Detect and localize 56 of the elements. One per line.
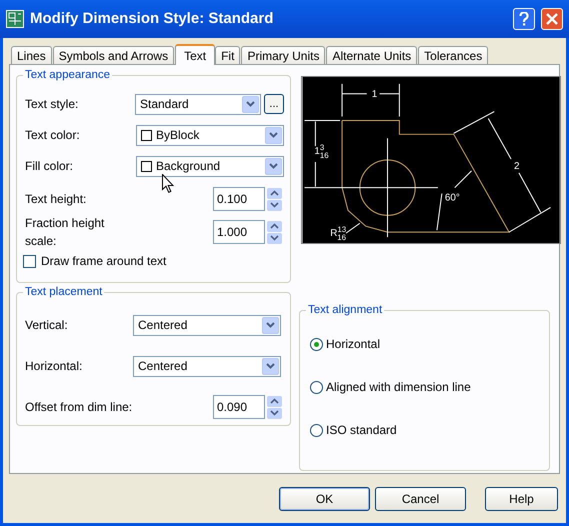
spin-up-button[interactable] bbox=[267, 220, 282, 232]
app-icon bbox=[6, 10, 24, 28]
tab[interactable]: Alternate Units bbox=[326, 46, 418, 64]
radio-button[interactable] bbox=[310, 338, 323, 350]
close-button[interactable] bbox=[541, 8, 563, 30]
dimension-label: 1 bbox=[372, 88, 378, 100]
field-label: Text height: bbox=[25, 191, 88, 208]
field-label: Vertical: bbox=[25, 317, 69, 334]
field-label: Offset from dim line: bbox=[25, 399, 133, 416]
dropdown[interactable]: Centered bbox=[133, 314, 281, 336]
field-label: Horizontal: bbox=[25, 358, 84, 375]
number-field[interactable]: 0.090 bbox=[213, 395, 265, 419]
spin-down-button[interactable] bbox=[267, 200, 282, 210]
field-label: Fraction height scale: bbox=[25, 215, 106, 250]
number-field[interactable]: 0.100 bbox=[213, 187, 265, 211]
checkbox-label[interactable]: Draw frame around text bbox=[41, 252, 166, 270]
number-field[interactable]: 1.000 bbox=[213, 220, 265, 244]
dropdown[interactable]: Centered bbox=[133, 356, 281, 376]
dimension-label: 2 bbox=[514, 160, 520, 172]
spin-up-button[interactable] bbox=[267, 396, 282, 406]
dialog-button[interactable]: OK bbox=[279, 487, 370, 511]
spin-down-button[interactable] bbox=[267, 232, 282, 244]
color-dropdown[interactable]: Background bbox=[136, 156, 284, 176]
group-title: Text appearance bbox=[23, 68, 112, 82]
tab[interactable]: Symbols and Arrows bbox=[52, 46, 174, 64]
tab[interactable]: Primary Units bbox=[241, 46, 326, 64]
group-title: Text placement bbox=[23, 285, 104, 299]
color-dropdown[interactable]: ByBlock bbox=[136, 124, 284, 146]
field-label: Text style: bbox=[25, 96, 80, 113]
tab[interactable]: Fit bbox=[215, 46, 240, 64]
dimension-label: 60° bbox=[444, 192, 460, 204]
dialog-button[interactable]: Help bbox=[485, 487, 558, 511]
tab[interactable]: Tolerances bbox=[418, 46, 488, 64]
field-label: Text color: bbox=[25, 127, 81, 144]
radio-label[interactable]: ISO standard bbox=[326, 421, 397, 439]
question-icon bbox=[519, 12, 529, 26]
color-swatch-icon bbox=[141, 160, 152, 172]
field-label: Fill color: bbox=[25, 158, 74, 175]
color-swatch-icon bbox=[141, 130, 152, 140]
radio-button[interactable] bbox=[310, 380, 323, 394]
group-title: Text alignment bbox=[306, 303, 384, 317]
close-icon bbox=[546, 13, 558, 25]
window-title: Modify Dimension Style: Standard bbox=[30, 8, 274, 29]
browse-button[interactable]: ... bbox=[264, 94, 284, 114]
help-button[interactable] bbox=[513, 8, 535, 30]
tab[interactable]: Lines bbox=[11, 46, 52, 64]
spin-down-button[interactable] bbox=[267, 408, 282, 418]
checkbox[interactable] bbox=[23, 254, 36, 268]
mouse-pointer-icon bbox=[162, 174, 174, 193]
radio-label[interactable]: Horizontal bbox=[326, 335, 380, 353]
tab[interactable]: Text bbox=[175, 44, 216, 65]
dropdown[interactable]: Standard bbox=[135, 94, 261, 114]
spin-up-button[interactable] bbox=[267, 188, 282, 198]
radio-label[interactable]: Aligned with dimension line bbox=[326, 378, 471, 396]
dialog-button[interactable]: Cancel bbox=[375, 487, 466, 511]
radio-button[interactable] bbox=[310, 424, 323, 436]
